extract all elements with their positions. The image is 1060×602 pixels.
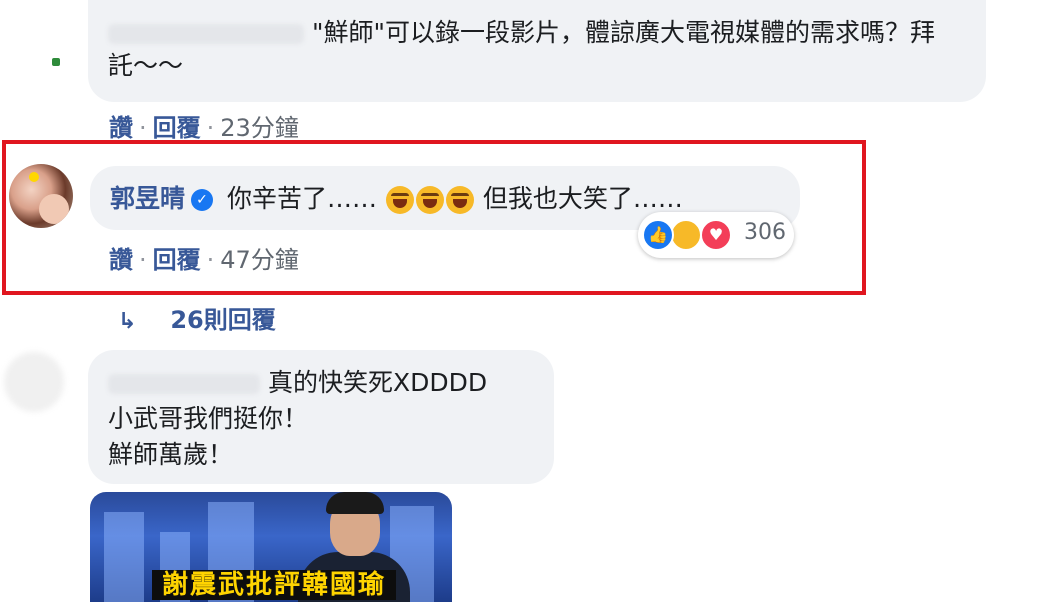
separator-dot: ·: [206, 114, 215, 142]
comment-3-line-3: 鮮師萬歲！: [108, 440, 234, 469]
blurred-username: [108, 24, 304, 44]
avatar-comment-3[interactable]: [4, 352, 64, 412]
comment-1-bubble: "鮮師"可以錄一段影片，體諒廣大電視媒體的需求嗎？拜託～～: [88, 0, 986, 102]
love-reaction-icon: ♥: [700, 219, 732, 251]
red-highlight-box: [2, 140, 866, 295]
background-building: [104, 512, 144, 602]
reply-arrow-icon: ↳: [118, 309, 137, 334]
video-thumbnail[interactable]: 謝震武批評韓國瑜: [90, 492, 452, 602]
comment-time[interactable]: 23分鐘: [220, 114, 299, 142]
view-replies-link[interactable]: ↳ 26則回覆: [118, 300, 276, 335]
person-hair: [326, 492, 384, 514]
replies-count-label: 26則回覆: [170, 306, 276, 334]
separator-dot: ·: [139, 114, 147, 142]
comment-3-bubble: 真的快笑死XDDDD 小武哥我們挺你！ 鮮師萬歲！: [88, 350, 554, 484]
haha-reaction-icon: [670, 219, 702, 251]
comment-1-actions: 讚 · 回覆 · 23分鐘: [109, 108, 299, 143]
avatar-comment-1[interactable]: [52, 56, 66, 70]
comment-3-line-1: 真的快笑死XDDDD: [267, 368, 488, 397]
comment-3-line-2: 小武哥我們挺你！: [108, 404, 309, 433]
like-reaction-icon: 👍: [642, 219, 674, 251]
like-button[interactable]: 讚: [109, 114, 133, 142]
blurred-username: [108, 374, 260, 394]
reply-button[interactable]: 回覆: [153, 114, 201, 142]
